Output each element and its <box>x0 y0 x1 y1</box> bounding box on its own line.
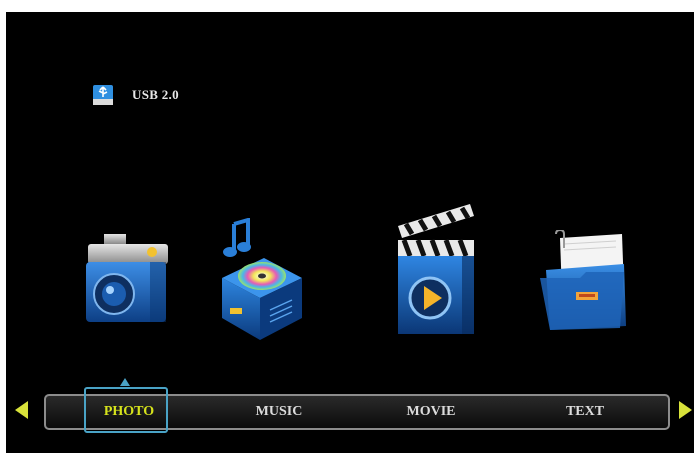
selection-caret <box>120 378 130 386</box>
menu-item-movie[interactable]: MOVIE <box>386 404 476 420</box>
scroll-left-arrow-icon[interactable] <box>15 401 28 419</box>
media-screen: USB 2.0 PHOTO MUSIC MOVIE TEXT <box>6 12 694 453</box>
camera-icon[interactable] <box>80 222 172 342</box>
menu-item-music[interactable]: MUSIC <box>234 404 324 420</box>
menu-item-text[interactable]: TEXT <box>540 404 630 420</box>
usb-device[interactable]: USB 2.0 <box>92 83 179 107</box>
scroll-right-arrow-icon[interactable] <box>679 401 692 419</box>
selection-focus-box <box>84 387 168 433</box>
usb-label: USB 2.0 <box>132 87 179 102</box>
document-folder-icon[interactable] <box>540 230 628 340</box>
music-player-icon[interactable] <box>212 218 304 343</box>
clapperboard-icon[interactable] <box>390 204 482 349</box>
usb-drive-icon <box>93 85 113 105</box>
